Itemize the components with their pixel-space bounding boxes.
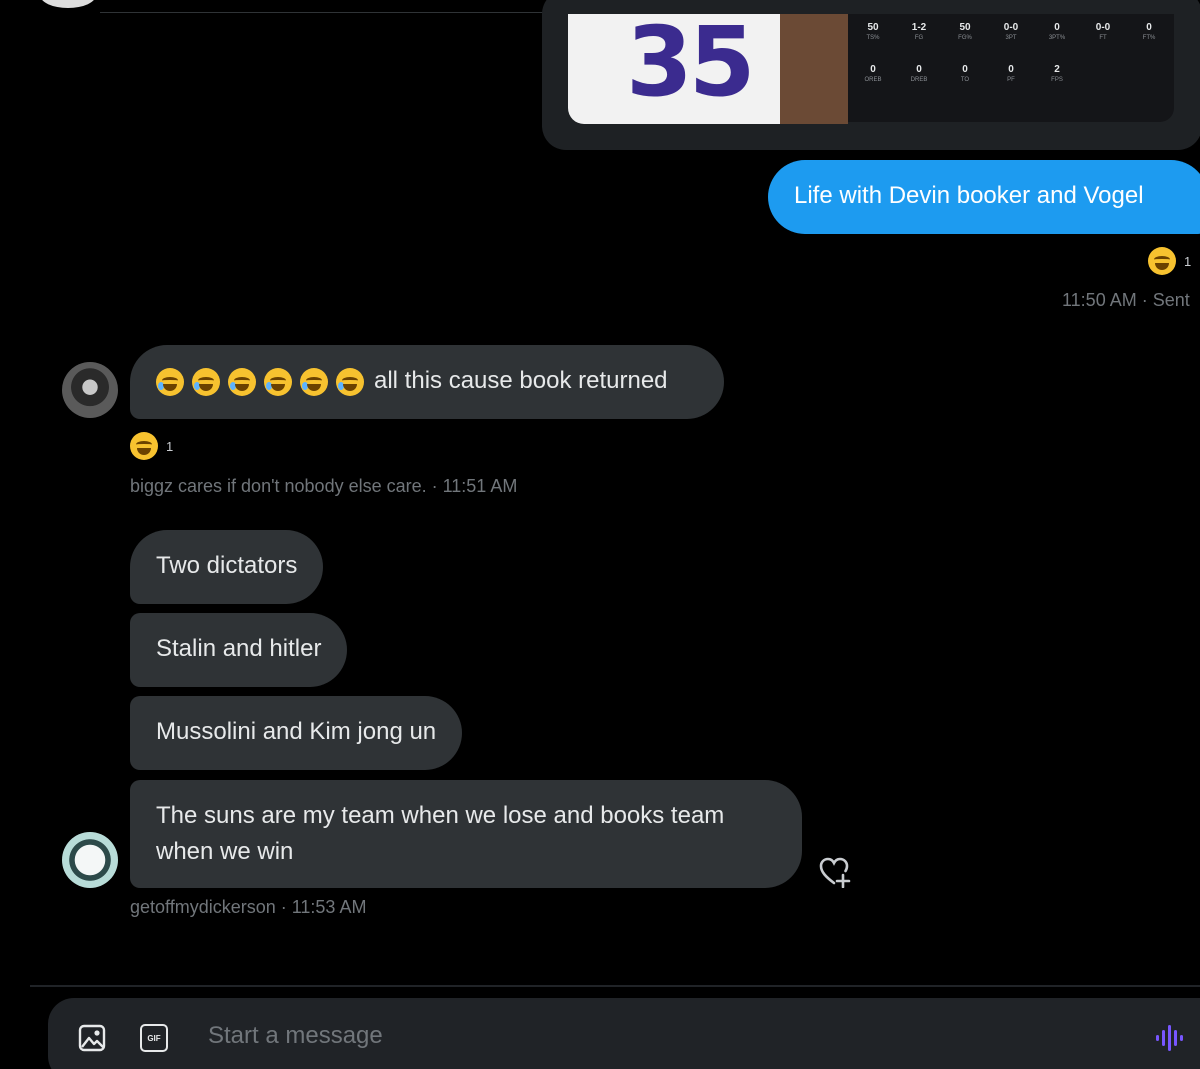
stats-panel: 50 TS% 1-2 FG 50 FG% 0-0 3PT 0 3PT% 0-0 FT 0 FT…	[848, 14, 1174, 122]
message-meta: 11:50 AM · Sent	[1062, 290, 1190, 310]
stat-item: 0 FT%	[1142, 22, 1156, 41]
message-text: Mussolini and Kim jong un	[156, 718, 437, 745]
jersey-number: 35	[626, 14, 756, 118]
stat-item: 0 DREB	[910, 64, 928, 83]
loudly-crying-emoji-icon	[264, 367, 292, 396]
stat-item: 50 TS%	[866, 22, 880, 41]
player-photo[interactable]: 35	[568, 14, 848, 124]
loudly-crying-emoji-icon	[192, 367, 220, 396]
stat-item: 0 TO	[960, 64, 970, 83]
loudly-crying-emoji-icon	[336, 367, 364, 396]
loudly-crying-emoji-icon	[156, 367, 184, 396]
message-text: Stalin and hitler	[156, 635, 322, 662]
add-reaction-heart-icon[interactable]	[818, 856, 852, 888]
reaction-count: 1	[1184, 253, 1192, 269]
received-message-bubble[interactable]: Stalin and hitler	[130, 613, 348, 687]
message-text: Life with Devin booker and Vogel	[794, 182, 1144, 209]
stat-item: 0 3PT%	[1048, 22, 1066, 41]
message-text-line: when we win	[156, 838, 294, 865]
message-meta: biggz cares if don't nobody else care. ·…	[130, 476, 518, 496]
received-message-bubble[interactable]: Mussolini and Kim jong un	[130, 696, 463, 770]
composer-divider	[30, 985, 1200, 987]
avatar[interactable]	[62, 362, 118, 418]
reaction-count: 1	[166, 438, 174, 454]
received-message-bubble[interactable]: Two dictators	[130, 530, 324, 604]
message-text: Two dictators	[156, 552, 298, 579]
image-icon[interactable]	[78, 1024, 106, 1052]
stat-item: 0-0 FT	[1095, 22, 1111, 41]
message-text: all this cause book returned	[374, 367, 668, 394]
sent-message-bubble[interactable]: Life with Devin booker and Vogel	[768, 160, 1200, 234]
received-message-bubble[interactable]: The suns are my team when we lose and bo…	[130, 780, 802, 888]
stat-item: 1-2 FG	[911, 22, 927, 41]
reaction[interactable]: 1	[130, 432, 173, 460]
message-meta: getoffmydickerson · 11:53 AM	[130, 897, 367, 917]
stat-item: 0-0 3PT	[1003, 22, 1019, 41]
loudly-crying-emoji-icon	[228, 367, 256, 396]
stat-item: 2 FPS	[1051, 64, 1063, 83]
dm-conversation: 35 50 TS% 1-2 FG 50 FG% 0-0 3PT 0 3PT% 0-0 FT …	[0, 0, 1200, 1069]
stat-item: 0 PF	[1007, 64, 1015, 83]
top-avatar[interactable]	[40, 0, 96, 8]
stat-item: 50 FG%	[958, 22, 972, 41]
stat-item: 0 OREB	[864, 64, 882, 83]
laughing-crying-emoji-icon	[1148, 247, 1176, 275]
message-text-line: The suns are my team when we lose and bo…	[156, 802, 725, 829]
message-input[interactable]: Start a message	[208, 1022, 383, 1050]
gif-icon[interactable]: GIF	[140, 1024, 168, 1052]
loudly-crying-emoji-icon	[300, 367, 328, 396]
avatar[interactable]	[62, 832, 118, 888]
voice-icon[interactable]	[1154, 1024, 1184, 1052]
emoji-group	[156, 367, 364, 396]
player-arm	[780, 14, 848, 124]
reaction[interactable]: 1	[1148, 247, 1191, 275]
laughing-crying-emoji-icon	[130, 432, 158, 460]
received-message-bubble[interactable]: all this cause book returned	[130, 345, 724, 419]
